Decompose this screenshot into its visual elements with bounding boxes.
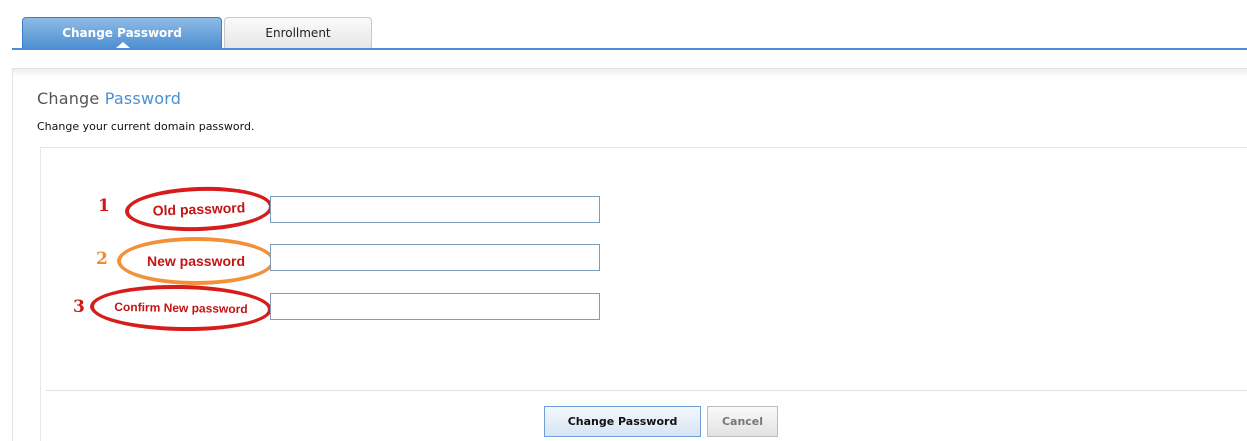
tab-change-password-label: Change Password — [62, 26, 182, 40]
new-password-label: New password — [117, 237, 275, 285]
content-frame-top — [12, 68, 1247, 77]
form-divider — [46, 390, 1247, 391]
confirm-password-input[interactable] — [270, 293, 600, 320]
annotation-number-3: 3 — [73, 297, 85, 317]
content-frame-left — [12, 68, 13, 441]
confirm-password-label-text: Confirm New password — [114, 299, 248, 317]
annotation-number-2: 2 — [96, 249, 108, 269]
tab-enrollment-label: Enrollment — [265, 26, 331, 40]
new-password-input[interactable] — [270, 244, 600, 271]
page-title-part1: Change — [37, 89, 100, 108]
annotation-number-1: 1 — [98, 196, 110, 216]
cancel-button[interactable]: Cancel — [707, 406, 778, 437]
tab-bar: Change Password Enrollment — [0, 0, 1247, 52]
tab-change-password[interactable]: Change Password — [22, 17, 222, 48]
page-title: Change Password — [37, 89, 181, 108]
page-description: Change your current domain password. — [37, 120, 255, 133]
change-password-button[interactable]: Change Password — [544, 406, 701, 437]
tab-enrollment[interactable]: Enrollment — [224, 17, 372, 48]
tab-bar-underline — [12, 48, 1247, 50]
old-password-input[interactable] — [270, 196, 600, 223]
page-title-part2: Password — [104, 89, 182, 108]
new-password-label-text: New password — [146, 253, 246, 269]
old-password-label-text: Old password — [152, 199, 246, 219]
